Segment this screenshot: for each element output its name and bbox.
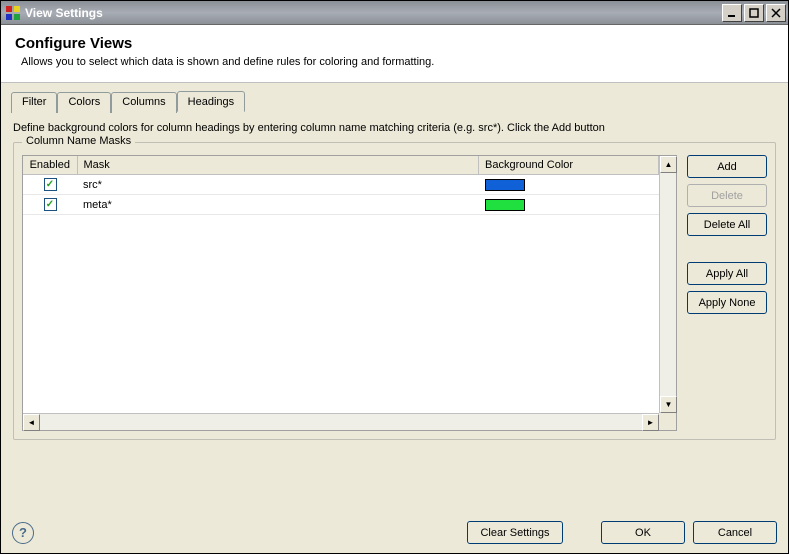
table-row[interactable]: meta* (23, 195, 659, 215)
tab-colors[interactable]: Colors (57, 92, 111, 113)
tab-bar: Filter Colors Columns Headings (11, 91, 778, 112)
tab-headings[interactable]: Headings (177, 91, 245, 112)
delete-all-button[interactable]: Delete All (687, 213, 767, 236)
apply-none-button[interactable]: Apply None (687, 291, 767, 314)
scroll-right-icon[interactable]: ► (642, 414, 659, 431)
page-title: Configure Views (15, 35, 774, 52)
add-button[interactable]: Add (687, 155, 767, 178)
header-area: Configure Views Allows you to select whi… (1, 25, 788, 83)
titlebar: View Settings (1, 1, 788, 25)
col-header-enabled[interactable]: Enabled (23, 156, 77, 175)
close-button[interactable] (766, 4, 786, 22)
bottom-bar: ? Clear Settings OK Cancel (0, 511, 789, 554)
delete-button: Delete (687, 184, 767, 207)
table-header-row: Enabled Mask Background Color (23, 156, 659, 175)
tab-columns[interactable]: Columns (111, 92, 176, 113)
window-title: View Settings (25, 6, 722, 20)
window-controls (722, 4, 786, 22)
app-icon (5, 5, 21, 21)
enabled-checkbox[interactable] (44, 178, 57, 191)
scroll-down-icon[interactable]: ▼ (660, 396, 677, 413)
help-icon[interactable]: ? (12, 522, 34, 544)
groupbox-label: Column Name Masks (22, 135, 135, 147)
ok-button[interactable]: OK (601, 521, 685, 544)
cancel-button[interactable]: Cancel (693, 521, 777, 544)
mask-cell[interactable]: meta* (77, 195, 479, 215)
scroll-up-icon[interactable]: ▲ (660, 156, 677, 173)
maximize-button[interactable] (744, 4, 764, 22)
apply-all-button[interactable]: Apply All (687, 262, 767, 285)
side-button-panel: Add Delete Delete All Apply All Apply No… (687, 155, 767, 431)
horizontal-scrollbar[interactable]: ◄ ► (23, 413, 659, 430)
column-name-masks-group: Column Name Masks Enabled Mask Backgroun… (13, 142, 776, 440)
masks-table: Enabled Mask Background Color src* meta* (22, 155, 677, 431)
enabled-checkbox[interactable] (44, 198, 57, 211)
mask-cell[interactable]: src* (77, 175, 479, 195)
instruction-text: Define background colors for column head… (13, 122, 776, 134)
page-description: Allows you to select which data is shown… (21, 56, 774, 68)
col-header-bgcolor[interactable]: Background Color (479, 156, 659, 175)
minimize-button[interactable] (722, 4, 742, 22)
col-header-mask[interactable]: Mask (77, 156, 479, 175)
tab-filter[interactable]: Filter (11, 92, 57, 113)
scroll-left-icon[interactable]: ◄ (23, 414, 40, 431)
content-area: Filter Colors Columns Headings Define ba… (1, 83, 788, 458)
color-swatch[interactable] (485, 179, 525, 191)
color-swatch[interactable] (485, 199, 525, 211)
table-row[interactable]: src* (23, 175, 659, 195)
vertical-scrollbar[interactable]: ▲ ▼ (659, 156, 676, 413)
scroll-corner (659, 413, 676, 430)
clear-settings-button[interactable]: Clear Settings (467, 521, 563, 544)
